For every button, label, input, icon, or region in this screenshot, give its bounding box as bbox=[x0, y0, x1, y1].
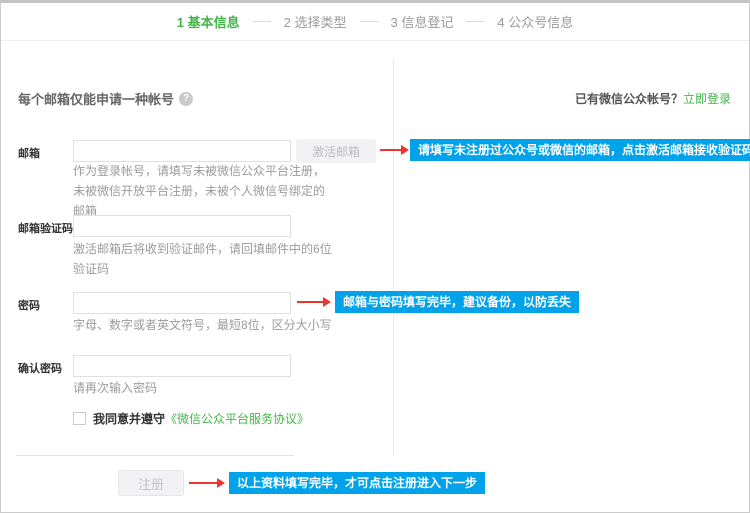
email-code-helper-text: 激活邮箱后将收到验证邮件，请回填邮件中的6位验证码 bbox=[73, 239, 333, 279]
step-separator-line bbox=[466, 21, 484, 22]
agreement-checkbox[interactable] bbox=[73, 412, 86, 425]
step-number: 3 bbox=[391, 15, 398, 30]
step-1-basic-info: 1 基本信息 bbox=[177, 12, 240, 31]
login-now-link[interactable]: 立即登录 bbox=[683, 92, 731, 106]
service-agreement-link[interactable]: 《微信公众平台服务协议》 bbox=[165, 410, 309, 427]
register-button[interactable]: 注册 bbox=[118, 470, 184, 496]
email-code-input[interactable] bbox=[73, 215, 291, 237]
email-input[interactable] bbox=[73, 140, 291, 162]
step-3-info-registration: 3 信息登记 bbox=[391, 12, 454, 31]
confirm-password-label: 确认密码 bbox=[18, 360, 62, 376]
step-4-account-info: 4 公众号信息 bbox=[497, 12, 573, 31]
step-number: 2 bbox=[284, 15, 291, 30]
step-label: 信息登记 bbox=[401, 15, 453, 30]
help-icon[interactable]: ? bbox=[179, 92, 193, 106]
email-limit-note-text: 每个邮箱仅能申请一种帐号 bbox=[18, 89, 174, 108]
step-separator-line bbox=[360, 21, 378, 22]
step-separator-line bbox=[253, 21, 271, 22]
annotation-password-tip: 邮箱与密码填写完毕，建议备份，以防丢失 bbox=[335, 291, 579, 313]
red-arrow-icon bbox=[380, 149, 401, 151]
red-arrow-icon bbox=[189, 482, 217, 484]
email-code-label: 邮箱验证码 bbox=[18, 220, 73, 236]
password-helper-text: 字母、数字或者英文符号，最短8位，区分大小写 bbox=[73, 315, 333, 335]
step-indicator: 1 基本信息 2 选择类型 3 信息登记 4 公众号信息 bbox=[1, 3, 749, 41]
red-arrow-icon bbox=[297, 301, 323, 303]
email-label: 邮箱 bbox=[18, 145, 40, 161]
email-limit-note: 每个邮箱仅能申请一种帐号 ? bbox=[18, 89, 193, 108]
confirm-password-helper-text: 请再次输入密码 bbox=[73, 378, 333, 398]
confirm-password-input[interactable] bbox=[73, 355, 291, 377]
form-bottom-divider bbox=[16, 455, 294, 456]
annotation-email-tip: 请填写未注册过公众号或微信的邮箱，点击激活邮箱接收验证码 bbox=[410, 139, 750, 161]
email-helper-text: 作为登录帐号，请填写未被微信公众平台注册，未被微信开放平台注册，未被个人微信号绑… bbox=[73, 161, 333, 221]
column-divider bbox=[393, 59, 394, 456]
step-label: 选择类型 bbox=[294, 15, 346, 30]
step-2-choose-type: 2 选择类型 bbox=[284, 12, 347, 31]
password-label: 密码 bbox=[18, 297, 40, 313]
wechat-mp-registration-page: { "steps": [ {"num": "1", "label": "基本信息… bbox=[0, 0, 750, 513]
annotation-register-tip: 以上资料填写完毕，才可点击注册进入下一步 bbox=[229, 472, 485, 494]
activate-email-button[interactable]: 激活邮箱 bbox=[296, 139, 376, 163]
password-input[interactable] bbox=[73, 292, 291, 314]
step-number: 4 bbox=[497, 15, 504, 30]
agreement-row: 我同意并遵守 《微信公众平台服务协议》 bbox=[73, 410, 309, 427]
step-label: 公众号信息 bbox=[508, 15, 573, 30]
login-prompt-text: 已有微信公众帐号？ bbox=[575, 92, 683, 106]
step-number: 1 bbox=[177, 15, 184, 30]
step-label: 基本信息 bbox=[188, 15, 240, 30]
agreement-text: 我同意并遵守 bbox=[93, 410, 165, 427]
existing-account-prompt: 已有微信公众帐号？立即登录 bbox=[575, 90, 731, 107]
